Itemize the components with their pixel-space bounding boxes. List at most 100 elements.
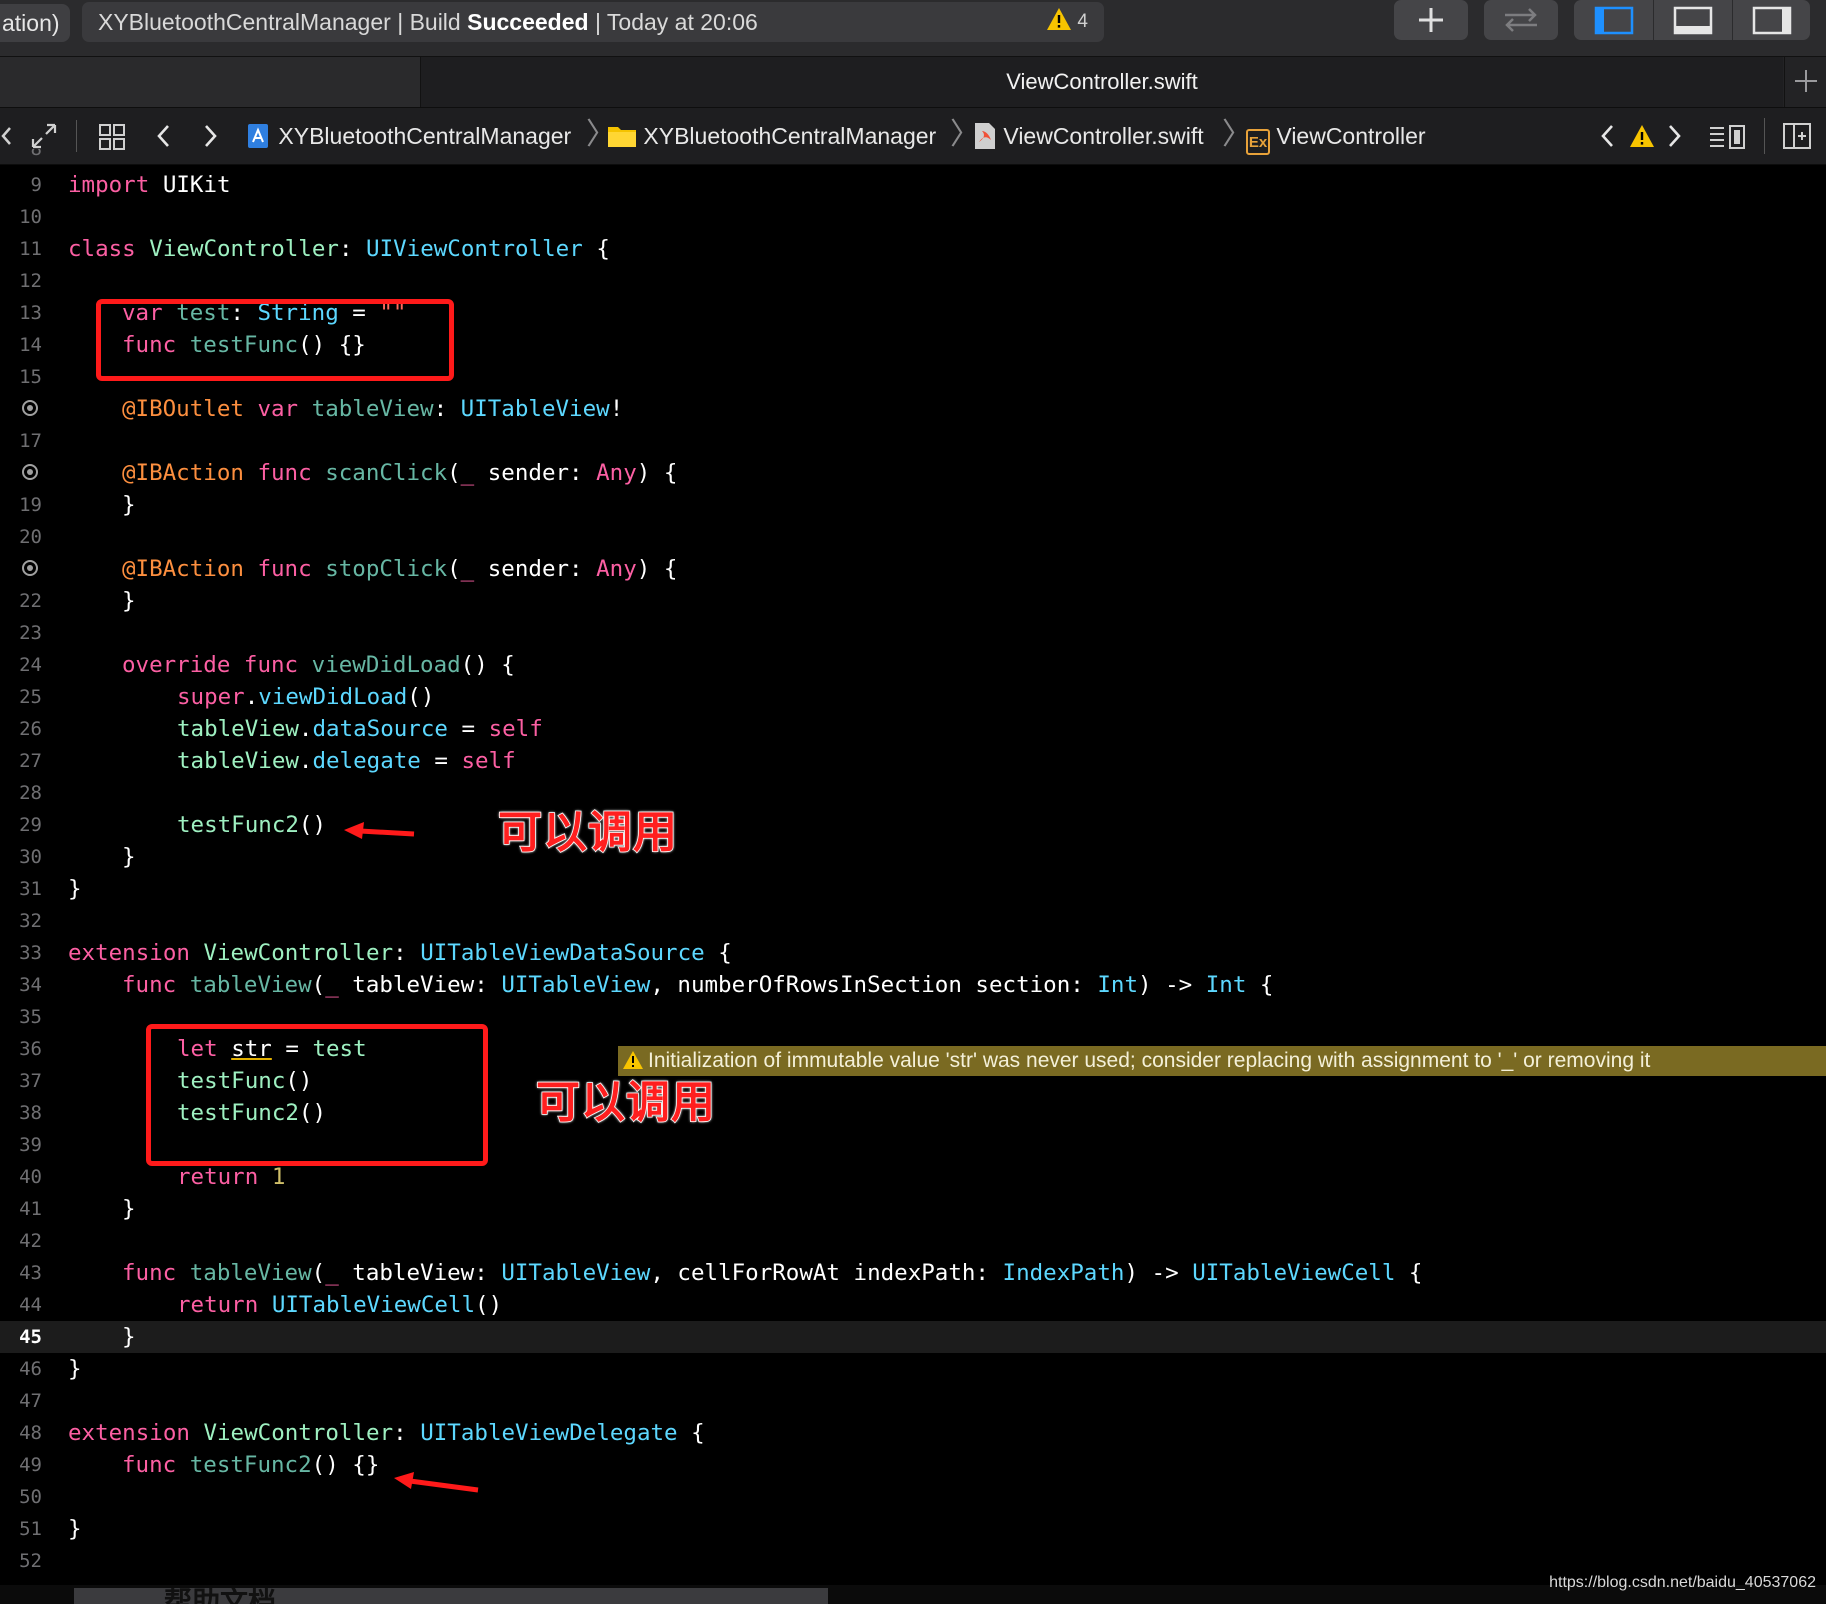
line-number: 8 xyxy=(30,149,42,160)
code-text: func tableView(_ tableView: UITableView,… xyxy=(122,1260,1423,1286)
code-text: extension ViewController: UITableViewDel… xyxy=(68,1420,705,1446)
line-number: 33 xyxy=(19,942,42,964)
project-icon xyxy=(248,124,268,148)
warning-triangle-icon[interactable] xyxy=(1628,120,1656,152)
folder-icon xyxy=(608,127,636,147)
annotation-note: 可以调用 xyxy=(497,806,678,859)
inline-warning-banner[interactable]: Initialization of immutable value 'str' … xyxy=(618,1046,1826,1076)
swap-arrows-icon xyxy=(1505,8,1537,32)
annotation-box-calls xyxy=(146,1024,488,1166)
code-text: @IBAction func scanClick(_ sender: Any) … xyxy=(122,460,678,486)
line-number: 38 xyxy=(19,1102,42,1124)
annotation-box-members xyxy=(96,299,454,381)
breadcrumb-label: ViewController xyxy=(1276,123,1426,149)
code-line: 52 xyxy=(0,1545,1826,1577)
line-number: 36 xyxy=(19,1038,42,1060)
breadcrumb-label: XYBluetoothCentralManager xyxy=(278,123,572,149)
code-text: testFunc2() xyxy=(177,812,327,838)
toggle-inspector-button[interactable] xyxy=(1732,0,1811,40)
code-line: 46 } xyxy=(0,1353,1826,1385)
plus-icon xyxy=(1795,70,1817,92)
code-line: 12 xyxy=(0,265,1826,297)
line-number: 32 xyxy=(19,910,42,932)
chevron-left-icon[interactable] xyxy=(0,120,14,152)
code-line: 50 xyxy=(0,1481,1826,1513)
activity-viewer[interactable]: XYBluetoothCentralManager | Build Succee… xyxy=(82,2,1104,42)
scheme-selector[interactable]: ation) xyxy=(0,4,70,42)
line-number: 49 xyxy=(19,1454,42,1476)
code-line: 48 extension ViewController: UITableView… xyxy=(0,1417,1826,1449)
code-line: 28 xyxy=(0,777,1826,809)
code-text: } xyxy=(122,588,136,614)
activity-build-status: Succeeded xyxy=(467,9,589,35)
warning-message: Initialization of immutable value 'str' … xyxy=(648,1049,1651,1072)
line-number: 17 xyxy=(19,430,42,452)
code-line: 11 class ViewController: UIViewControlle… xyxy=(0,233,1826,265)
tab-viewcontroller-swift[interactable]: ViewController.swift xyxy=(421,57,1783,107)
code-line: 8 xyxy=(0,149,1826,165)
activity-separator: | xyxy=(397,9,404,35)
code-line: 31 } xyxy=(0,873,1826,905)
line-number: 22 xyxy=(19,590,42,612)
code-text: return UITableViewCell() xyxy=(177,1292,503,1318)
add-editor-icon[interactable] xyxy=(1782,120,1812,152)
toggle-debug-area-button[interactable] xyxy=(1653,0,1732,40)
tab-bar-empty-area xyxy=(0,57,421,107)
code-line: 25 super.viewDidLoad() xyxy=(0,681,1826,713)
new-tab-button[interactable] xyxy=(1784,57,1826,107)
code-text: tableView.dataSource = self xyxy=(177,716,543,742)
previous-issue-icon[interactable] xyxy=(1598,120,1618,152)
next-issue-icon[interactable] xyxy=(1664,120,1684,152)
swift-file-icon xyxy=(975,123,995,149)
code-line: 19 } xyxy=(0,489,1826,521)
code-text: super.viewDidLoad() xyxy=(177,684,435,710)
expand-icon[interactable] xyxy=(28,120,60,152)
activity-separator: | xyxy=(594,9,601,35)
annotation-arrow-icon xyxy=(344,822,415,839)
action-connection-icon[interactable] xyxy=(22,464,38,480)
debug-panel-icon xyxy=(1673,6,1713,35)
code-line: 22 } xyxy=(0,585,1826,617)
related-items-grid-icon[interactable] xyxy=(98,120,126,152)
back-chevron-icon[interactable] xyxy=(154,120,174,152)
outlet-connection-icon[interactable] xyxy=(22,400,38,416)
code-text: tableView.delegate = self xyxy=(177,748,516,774)
line-number: 27 xyxy=(19,750,42,772)
warning-count: 4 xyxy=(1077,11,1088,32)
line-number: 11 xyxy=(19,238,42,260)
scheme-label: ation) xyxy=(2,10,60,36)
code-text: } xyxy=(122,1196,136,1222)
activity-build-prefix: Build xyxy=(409,9,461,35)
code-line: 33 extension ViewController: UITableView… xyxy=(0,937,1826,969)
line-number: 20 xyxy=(19,526,42,548)
forward-chevron-icon[interactable] xyxy=(200,120,220,152)
line-number: 43 xyxy=(19,1262,42,1284)
code-text: import UIKit xyxy=(68,172,231,198)
line-number: 48 xyxy=(19,1422,42,1444)
line-number: 26 xyxy=(19,718,42,740)
editor-options-icon[interactable] xyxy=(1708,120,1748,152)
navigator-panel-icon xyxy=(1594,6,1634,35)
line-number: 50 xyxy=(19,1486,42,1508)
add-library-button[interactable] xyxy=(1394,0,1468,40)
annotation-arrow-icon xyxy=(394,1472,479,1493)
line-number: 35 xyxy=(19,1006,42,1028)
line-number: 39 xyxy=(19,1134,42,1156)
code-review-button[interactable] xyxy=(1484,0,1558,40)
panel-toggle-group xyxy=(1574,0,1810,40)
code-line: 32 xyxy=(0,905,1826,937)
code-text: class ViewController: UIViewController { xyxy=(68,236,610,262)
line-number: 46 xyxy=(19,1358,42,1380)
line-number: 23 xyxy=(19,622,42,644)
line-number: 41 xyxy=(19,1198,42,1220)
code-text: } xyxy=(68,1356,82,1382)
code-line: 20 xyxy=(0,521,1826,553)
breadcrumb-label: XYBluetoothCentralManager xyxy=(643,123,937,149)
line-number: 40 xyxy=(19,1166,42,1188)
warning-count-badge[interactable]: 4 xyxy=(1046,2,1088,42)
toggle-navigator-button[interactable] xyxy=(1574,0,1652,40)
code-line: 49 func testFunc2() {} xyxy=(0,1449,1826,1481)
line-number: 19 xyxy=(19,494,42,516)
action-connection-icon[interactable] xyxy=(22,560,38,576)
code-text: } xyxy=(68,876,82,902)
